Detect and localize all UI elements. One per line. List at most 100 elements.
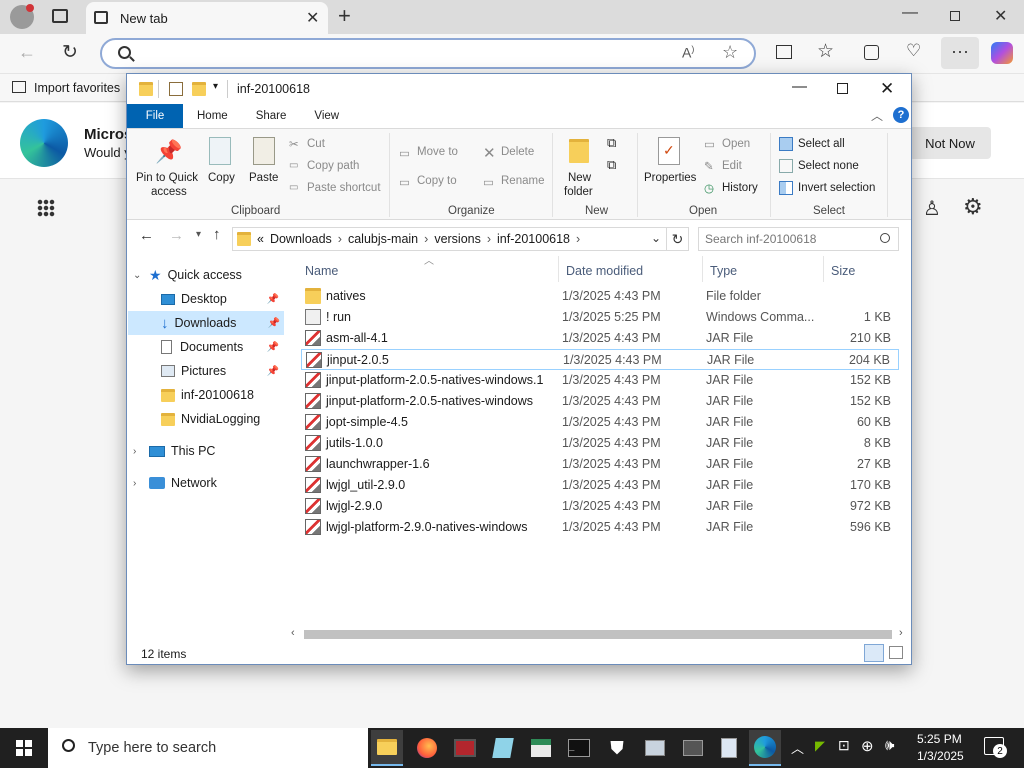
file-row[interactable]: jinput-platform-2.0.5-natives-windows 1/3…	[301, 391, 899, 412]
copilot-icon[interactable]	[991, 42, 1013, 64]
column-header-name[interactable]: Name	[305, 260, 338, 282]
collections-icon[interactable]	[864, 45, 879, 60]
terminal-taskbar-icon[interactable]: _	[563, 732, 595, 764]
properties-qa-icon[interactable]	[169, 82, 183, 96]
path-overflow[interactable]: «	[257, 232, 264, 246]
performance-icon[interactable]: ♡	[906, 41, 921, 61]
security-taskbar-icon[interactable]: ⛊	[601, 732, 633, 764]
explorer-minimize-icon[interactable]: —	[792, 78, 807, 95]
clock-date[interactable]: 1/3/2025	[917, 749, 964, 763]
import-favorites-link[interactable]: Import favorites	[34, 81, 120, 95]
nav-desktop[interactable]: Desktop 📌	[161, 288, 283, 310]
tab-file[interactable]: File	[127, 104, 183, 128]
notifications-icon[interactable]: 2	[984, 737, 1007, 758]
read-aloud-icon[interactable]: A)	[682, 44, 694, 61]
page-settings-icon[interactable]: ⚙	[963, 194, 983, 220]
easy-access-icon[interactable]: ⧉	[607, 157, 616, 173]
move-to-button[interactable]: Move to	[417, 146, 458, 158]
app-taskbar-icon-2[interactable]	[487, 732, 519, 764]
new-folder-button[interactable]: New	[568, 172, 591, 184]
crumb-calubjs-main[interactable]: calubjs-main	[348, 232, 418, 246]
up-arrow-icon[interactable]: ↑	[213, 226, 221, 243]
paste-button[interactable]: Paste	[249, 172, 278, 184]
select-none-button[interactable]: Select none	[798, 160, 859, 172]
crumb-versions[interactable]: versions	[434, 232, 481, 246]
file-row[interactable]: lwjgl-2.9.0 1/3/2025 4:43 PM JAR File 972 K…	[301, 496, 899, 517]
pin-quick-access-button[interactable]: Pin to Quick	[136, 172, 198, 184]
nav-nvidialogging[interactable]: NvidiaLogging	[161, 408, 260, 430]
column-header-size[interactable]: Size	[831, 260, 855, 282]
favorites-icon[interactable]: ☆	[817, 40, 834, 63]
rename-button[interactable]: Rename	[501, 175, 544, 187]
nav-pictures[interactable]: Pictures 📌	[161, 360, 283, 382]
history-button[interactable]: History	[722, 182, 758, 194]
qa-dropdown-icon[interactable]: ▾	[213, 81, 218, 92]
scroll-left-icon[interactable]: ‹	[291, 627, 295, 639]
new-tab-button[interactable]: +	[338, 3, 351, 29]
app-taskbar-icon-5[interactable]	[677, 732, 709, 764]
restore-icon[interactable]	[950, 11, 960, 21]
rewards-icon[interactable]: ♙	[923, 196, 941, 221]
expand-chevron-icon[interactable]: ⌄	[133, 270, 149, 281]
column-header-date[interactable]: Date modified	[566, 260, 643, 282]
profile-avatar[interactable]	[10, 4, 34, 29]
edit-button[interactable]: Edit	[722, 160, 742, 172]
settings-more-button[interactable]: ···	[941, 37, 979, 69]
forward-arrow-icon[interactable]: →	[169, 227, 184, 244]
nav-network[interactable]: › Network	[133, 472, 217, 494]
nav-this-pc[interactable]: › This PC	[133, 440, 215, 462]
close-window-icon[interactable]: ✕	[994, 6, 1007, 26]
recent-locations-icon[interactable]: ▾	[196, 229, 201, 240]
back-arrow-icon[interactable]: ←	[139, 227, 154, 244]
paste-shortcut-button[interactable]: Paste shortcut	[307, 182, 381, 194]
file-row[interactable]: lwjgl_util-2.9.0 1/3/2025 4:43 PM JAR File…	[301, 475, 899, 496]
start-button[interactable]	[8, 732, 40, 764]
properties-button[interactable]: Properties	[644, 172, 696, 184]
file-row[interactable]: ! run 1/3/2025 5:25 PM Windows Comma... 1 K…	[301, 307, 899, 328]
help-icon[interactable]: ?	[893, 107, 909, 123]
apps-grid-icon[interactable]	[37, 199, 55, 217]
new-folder-qa-icon[interactable]	[192, 82, 206, 96]
explorer-maximize-icon[interactable]	[837, 83, 848, 94]
nav-inf-20100618[interactable]: inf-20100618	[161, 384, 254, 406]
crumb-inf-20100618[interactable]: inf-20100618	[497, 232, 570, 246]
tray-app-icon[interactable]: ⊡	[838, 737, 850, 754]
explorer-close-icon[interactable]: ✕	[880, 79, 894, 99]
browser-tab[interactable]: New tab ✕	[86, 2, 328, 34]
nvidia-tray-icon[interactable]: ◤	[815, 738, 825, 754]
search-field[interactable]: Search inf-20100618	[698, 227, 899, 251]
copy-path-button[interactable]: Copy path	[307, 160, 359, 172]
file-row[interactable]: lwjgl-platform-2.9.0-natives-windows 1/3/…	[301, 517, 899, 538]
expand-chevron-icon[interactable]: ›	[133, 478, 149, 489]
refresh-path-icon[interactable]: ↻	[667, 227, 689, 251]
file-row[interactable]: launchwrapper-1.6 1/3/2025 4:43 PM JAR Fil…	[301, 454, 899, 475]
copy-to-button[interactable]: Copy to	[417, 175, 457, 187]
app-taskbar-icon-3[interactable]	[525, 732, 557, 764]
address-path[interactable]: « Downloads › calubjs-main › versions › inf…	[232, 227, 667, 251]
file-row[interactable]: natives 1/3/2025 4:43 PM File folder	[301, 286, 899, 307]
column-header-type[interactable]: Type	[710, 260, 737, 282]
collapse-ribbon-icon[interactable]: ︿	[871, 107, 883, 124]
file-row[interactable]: jinput-2.0.5 1/3/2025 4:43 PM JAR File 204 …	[301, 349, 899, 370]
show-hidden-icons[interactable]: ︿	[791, 738, 804, 757]
file-row[interactable]: asm-all-4.1 1/3/2025 4:43 PM JAR File 210 K…	[301, 328, 899, 349]
app-taskbar-icon-6[interactable]	[713, 732, 745, 764]
copy-button[interactable]: Copy	[208, 172, 235, 184]
file-explorer-taskbar-icon[interactable]	[371, 730, 403, 766]
new-item-icon[interactable]: ⧉	[607, 135, 616, 151]
back-icon[interactable]: ←	[18, 42, 36, 63]
delete-button[interactable]: Delete	[501, 146, 534, 158]
app-taskbar-icon-4[interactable]	[639, 732, 671, 764]
favorite-star-icon[interactable]: ☆	[722, 42, 738, 63]
taskbar-search[interactable]: Type here to search	[48, 728, 368, 768]
expand-chevron-icon[interactable]: ›	[133, 446, 149, 457]
workspaces-icon[interactable]	[52, 9, 68, 23]
scrollbar-thumb[interactable]	[304, 630, 892, 639]
tab-home[interactable]: Home	[183, 104, 243, 128]
scroll-right-icon[interactable]: ›	[899, 627, 903, 639]
file-row[interactable]: jutils-1.0.0 1/3/2025 4:43 PM JAR File 8 KB	[301, 433, 899, 454]
tab-view[interactable]: View	[301, 104, 354, 128]
address-bar[interactable]: A) ☆	[100, 38, 756, 69]
large-icons-view-icon[interactable]	[889, 646, 903, 659]
file-row[interactable]: jopt-simple-4.5 1/3/2025 4:43 PM JAR File 6…	[301, 412, 899, 433]
